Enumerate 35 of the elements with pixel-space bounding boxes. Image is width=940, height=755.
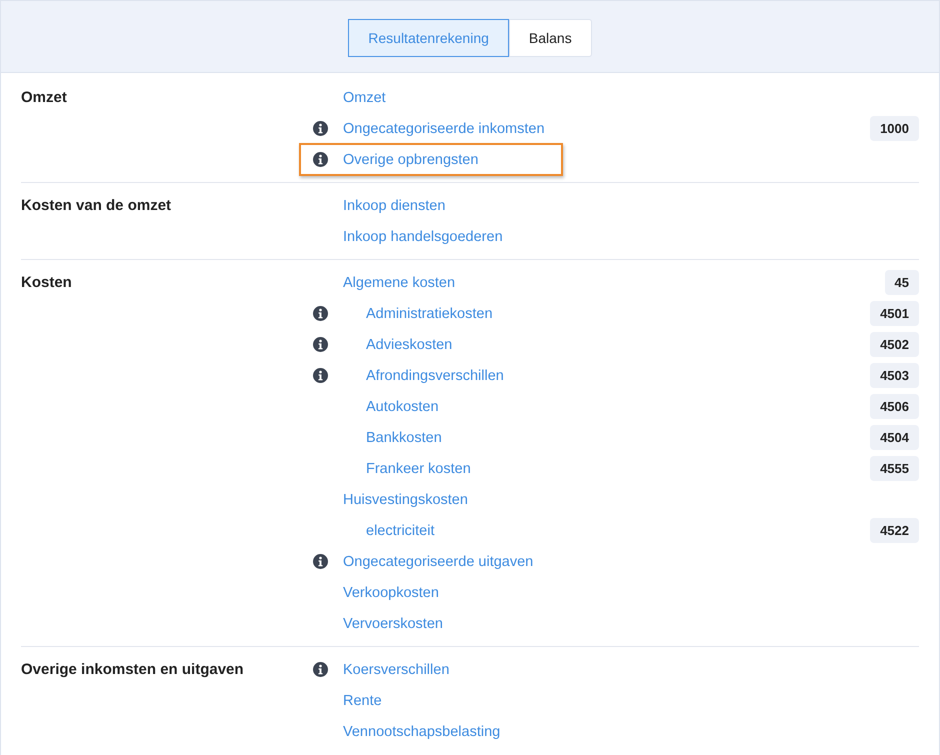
section-title: Kosten van de omzet [21,196,172,216]
account-link[interactable]: Overige opbrengsten [343,152,478,168]
account-link[interactable]: Inkoop handelsgoederen [343,228,503,244]
account-link[interactable]: Bankkosten [366,430,442,446]
account-link[interactable]: Koersverschillen [343,662,450,678]
account-link[interactable]: Advieskosten [366,336,452,352]
account-code: 4504 [870,425,919,450]
account-link[interactable]: electriciteit [366,522,434,538]
account-link[interactable]: Verkoopkosten [343,584,439,600]
account-code: 4555 [870,456,919,481]
account-link[interactable]: Inkoop diensten [343,198,446,214]
account-code: 4522 [870,518,919,543]
account-link[interactable]: Vennootschapsbelasting [343,724,500,740]
section-title: Omzet [21,88,68,108]
account-link[interactable]: Huisvestingskosten [343,492,468,508]
section-title: Kosten [21,273,73,293]
account-link[interactable]: Algemene kosten [343,274,456,290]
account-code: 45 [884,270,919,295]
account-link[interactable]: Rente [343,692,382,708]
account-link[interactable]: Frankeer kosten [366,460,471,476]
account-link[interactable]: Vervoerskosten [343,616,443,632]
account-code: 4506 [870,394,919,419]
section-title: Overige inkomsten en uitgaven [21,660,245,680]
account-code: 4503 [870,363,919,388]
account-link[interactable]: Ongecategoriseerde inkomsten [343,120,545,136]
account-code: 4501 [870,301,919,326]
account-link[interactable]: Afrondingsverschillen [366,368,504,384]
account-link[interactable]: Administratiekosten [366,306,493,322]
account-link[interactable]: Autokosten [366,398,439,414]
account-link[interactable]: Ongecategoriseerde uitgaven [343,554,534,570]
account-link[interactable]: Omzet [343,90,386,106]
tab[interactable]: Balans [508,18,592,56]
account-code: 4502 [870,332,919,357]
tab[interactable]: Resultatenrekening [348,18,509,56]
account-code: 1000 [870,116,919,141]
